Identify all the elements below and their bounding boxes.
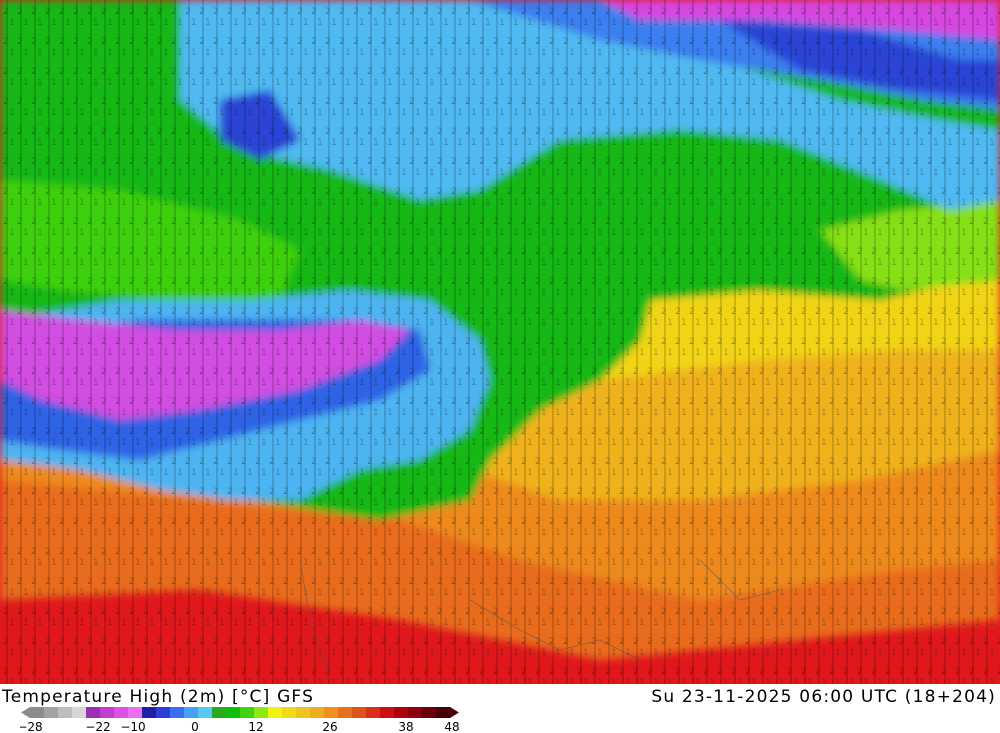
- scale-swatch: [380, 707, 395, 718]
- scale-swatch: [170, 707, 185, 718]
- scale-swatch: [324, 707, 339, 718]
- scale-tick-label: 48: [444, 720, 459, 732]
- scale-swatch: [212, 707, 227, 718]
- color-scale: −28 −22 −10 0 12 26 38 48: [20, 707, 460, 732]
- product-title: Temperature High (2m) [°C]: [2, 687, 271, 707]
- scale-swatch: [226, 707, 241, 718]
- scale-tick-label: 38: [398, 720, 413, 732]
- map-footer: Temperature High (2m) [°C] GFS Su 23-11-…: [0, 684, 1000, 733]
- scale-swatch: [352, 707, 367, 718]
- scale-tick-label: 0: [191, 720, 199, 732]
- scale-swatch: [142, 707, 157, 718]
- scale-swatch: [296, 707, 311, 718]
- scale-swatch: [58, 707, 73, 718]
- scale-swatch: [394, 707, 409, 718]
- scale-swatch: [86, 707, 101, 718]
- scale-swatch: [366, 707, 381, 718]
- scale-arrow-left-icon: [21, 707, 30, 718]
- scale-swatch: [254, 707, 269, 718]
- scale-tick-label: −10: [120, 720, 145, 732]
- scale-tick-label: −28: [20, 720, 43, 732]
- scale-swatch: [198, 707, 213, 718]
- scale-arrow-right-icon: [450, 707, 459, 718]
- scale-swatch: [30, 707, 45, 718]
- scale-swatch: [128, 707, 143, 718]
- isoline-labels: [0, 0, 1000, 684]
- scale-tick-label: −22: [85, 720, 110, 732]
- scale-swatch: [184, 707, 199, 718]
- scale-swatch: [240, 707, 255, 718]
- scale-swatch: [310, 707, 325, 718]
- scale-swatch: [282, 707, 297, 718]
- model-name: GFS: [277, 687, 315, 707]
- scale-swatch: [436, 707, 451, 718]
- scale-swatch: [100, 707, 115, 718]
- scale-swatch: [114, 707, 129, 718]
- scale-swatch: [156, 707, 171, 718]
- scale-swatch: [338, 707, 353, 718]
- scale-swatch: [268, 707, 283, 718]
- valid-time: Su 23-11-2025 06:00 UTC (18+204): [651, 687, 996, 707]
- scale-swatch: [408, 707, 423, 718]
- scale-tick-label: 12: [248, 720, 263, 732]
- scale-swatch: [72, 707, 87, 718]
- scale-tick-label: 26: [322, 720, 337, 732]
- scale-swatch: [422, 707, 437, 718]
- temperature-map: 2 1: [0, 0, 1000, 684]
- scale-swatch: [44, 707, 59, 718]
